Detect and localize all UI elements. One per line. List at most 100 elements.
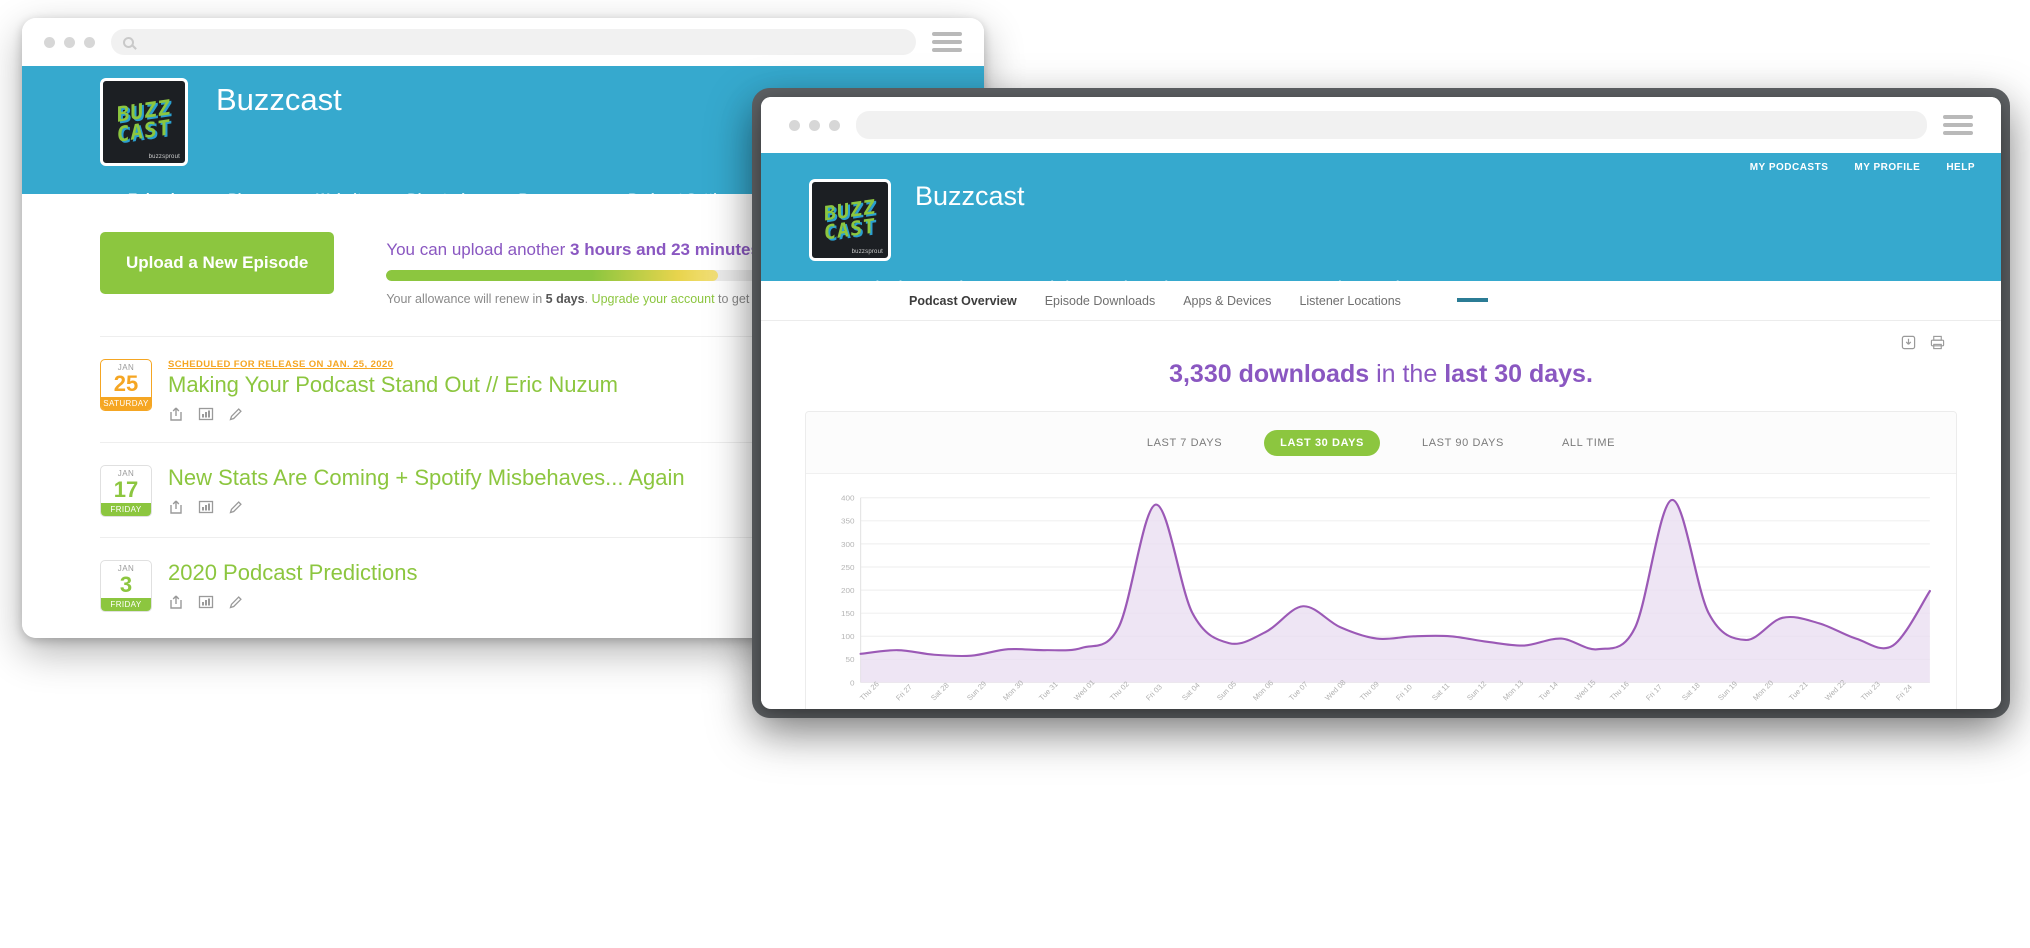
edit-pencil-icon[interactable] bbox=[228, 499, 244, 515]
tab-resources[interactable]: Resources bbox=[1217, 278, 1283, 293]
svg-text:100: 100 bbox=[841, 632, 855, 641]
downloads-headline: 3,330 downloads in the last 30 days. bbox=[805, 360, 1957, 389]
upload-new-episode-button[interactable]: Upload a New Episode bbox=[100, 232, 335, 294]
renew-mid: . bbox=[584, 292, 592, 306]
episode-actions bbox=[168, 499, 810, 515]
svg-text:50: 50 bbox=[846, 655, 856, 664]
podcast-cover-art: BUZZ CAST buzzsprout bbox=[100, 78, 188, 166]
episode-date-badge: JAN 17 FRIDAY bbox=[100, 465, 152, 518]
tab-directories[interactable]: Directories bbox=[1115, 278, 1183, 293]
close-dot[interactable] bbox=[789, 119, 800, 131]
share-icon[interactable] bbox=[168, 499, 184, 515]
nav-help[interactable]: HELP bbox=[1946, 162, 1975, 173]
episode-main: 2020 Podcast Predictions bbox=[168, 560, 810, 610]
date-day: 25 bbox=[113, 371, 139, 396]
renew-days: 5 days bbox=[545, 292, 585, 306]
headline-period: last 30 days. bbox=[1444, 360, 1593, 388]
stats-toolbar bbox=[805, 321, 1957, 350]
range-selector: LAST 7 DAYS LAST 30 DAYS LAST 90 DAYS AL… bbox=[806, 412, 1956, 474]
episode-main: New Stats Are Coming + Spotify Misbehave… bbox=[168, 465, 810, 515]
podcast-cover-art: BUZZ CAST buzzsprout bbox=[809, 179, 891, 261]
episode-actions bbox=[168, 594, 810, 610]
minimize-dot[interactable] bbox=[64, 36, 75, 48]
window-traffic-lights[interactable] bbox=[44, 36, 95, 48]
episode-title-link[interactable]: 2020 Podcast Predictions bbox=[168, 560, 810, 586]
chart-x-axis-labels: Thu 26 Fri 27 Sat 28 Sun 29 Mon 30 Tue 31 Wed … bbox=[858, 678, 1930, 709]
downloads-count: 3,330 downloads bbox=[1169, 360, 1370, 388]
front-app-header: MY PODCASTS MY PROFILE HELP BUZZ CAST bu… bbox=[761, 153, 2001, 302]
date-day: 17 bbox=[113, 477, 139, 502]
episode-date-badge: JAN 3 FRIDAY bbox=[100, 560, 152, 613]
minimize-dot[interactable] bbox=[809, 119, 820, 131]
range-last-7-days[interactable]: LAST 7 DAYS bbox=[1131, 430, 1238, 456]
edit-pencil-icon[interactable] bbox=[228, 406, 244, 422]
downloads-chart-card: LAST 7 DAYS LAST 30 DAYS LAST 90 DAYS AL… bbox=[805, 411, 1957, 709]
browser-menu-icon[interactable] bbox=[1943, 115, 1973, 135]
share-icon[interactable] bbox=[168, 406, 184, 422]
edit-pencil-icon[interactable] bbox=[228, 594, 244, 610]
address-bar[interactable] bbox=[111, 29, 916, 55]
maximize-dot[interactable] bbox=[84, 36, 95, 48]
downloads-chart: 0 50 100 150 200 250 300 350 400 Thu 26 Fri 27 Sat… bbox=[806, 474, 1956, 709]
tab-website[interactable]: Website bbox=[1031, 278, 1081, 293]
date-weekday: FRIDAY bbox=[101, 598, 151, 612]
window-traffic-lights[interactable] bbox=[789, 119, 840, 131]
tab-episodes[interactable]: Episodes bbox=[859, 278, 917, 293]
maximize-dot[interactable] bbox=[829, 119, 840, 131]
svg-text:300: 300 bbox=[841, 540, 855, 549]
range-last-90-days[interactable]: LAST 90 DAYS bbox=[1406, 430, 1520, 456]
search-icon bbox=[123, 36, 134, 48]
svg-text:350: 350 bbox=[841, 517, 855, 526]
stats-browser-window: MY PODCASTS MY PROFILE HELP BUZZ CAST bu… bbox=[761, 97, 2001, 709]
renew-prefix: Your allowance will renew in bbox=[386, 292, 546, 306]
nav-my-podcasts[interactable]: MY PODCASTS bbox=[1750, 162, 1829, 173]
subtab-podcast-overview[interactable]: Podcast Overview bbox=[909, 294, 1017, 308]
date-weekday: SATURDAY bbox=[101, 397, 151, 411]
stats-body: 3,330 downloads in the last 30 days. LAS… bbox=[761, 321, 2001, 709]
tab-stats[interactable]: Stats bbox=[1456, 278, 1488, 302]
episode-title-link[interactable]: Making Your Podcast Stand Out // Eric Nu… bbox=[168, 372, 810, 398]
cover-footer: buzzsprout bbox=[851, 249, 883, 255]
tab-podcast-settings[interactable]: Podcast Settings bbox=[1317, 278, 1422, 293]
episode-title-link[interactable]: New Stats Are Coming + Spotify Misbehave… bbox=[168, 465, 810, 491]
episode-main: SCHEDULED FOR RELEASE ON JAN. 25, 2020 M… bbox=[168, 359, 810, 422]
upgrade-account-link[interactable]: Upgrade your account bbox=[592, 292, 715, 306]
download-icon[interactable] bbox=[1901, 335, 1916, 350]
stats-bar-chart-icon[interactable] bbox=[198, 499, 214, 515]
screenshot-stage: BUZZ CAST buzzsprout Buzzcast Episodes P… bbox=[0, 0, 2030, 948]
print-icon[interactable] bbox=[1930, 335, 1945, 350]
tab-players[interactable]: Players bbox=[951, 278, 997, 293]
page-title: Buzzcast bbox=[915, 181, 1025, 211]
front-brand-row: BUZZ CAST buzzsprout Buzzcast bbox=[761, 173, 2001, 261]
date-weekday: FRIDAY bbox=[101, 503, 151, 517]
account-nav: MY PODCASTS MY PROFILE HELP bbox=[761, 153, 2001, 173]
stats-bar-chart-icon[interactable] bbox=[198, 406, 214, 422]
nav-my-profile[interactable]: MY PROFILE bbox=[1854, 162, 1920, 173]
cover-footer: buzzsprout bbox=[148, 154, 180, 160]
cover-line-2: CAST bbox=[116, 115, 172, 147]
front-primary-tabs: Episodes Players Website Directories Res… bbox=[859, 278, 2001, 302]
range-last-30-days[interactable]: LAST 30 DAYS bbox=[1264, 430, 1380, 456]
svg-text:200: 200 bbox=[841, 586, 855, 595]
stats-window-frame: MY PODCASTS MY PROFILE HELP BUZZ CAST bu… bbox=[752, 88, 2010, 718]
browser-menu-icon[interactable] bbox=[932, 32, 962, 52]
episode-date-badge: JAN 25 SATURDAY bbox=[100, 359, 152, 412]
front-window-chrome bbox=[761, 97, 2001, 153]
stats-bar-chart-icon[interactable] bbox=[198, 594, 214, 610]
share-icon[interactable] bbox=[168, 594, 184, 610]
subtab-episode-downloads[interactable]: Episode Downloads bbox=[1045, 294, 1156, 308]
address-bar[interactable] bbox=[856, 111, 1927, 139]
subtab-listener-locations[interactable]: Listener Locations bbox=[1299, 294, 1400, 308]
headline-middle: in the bbox=[1369, 360, 1445, 388]
svg-text:400: 400 bbox=[841, 494, 855, 503]
subtab-apps-devices[interactable]: Apps & Devices bbox=[1183, 294, 1271, 308]
allowance-prefix: You can upload another bbox=[386, 240, 571, 259]
page-title: Buzzcast bbox=[216, 82, 342, 117]
allowance-amount: 3 hours and 23 minutes bbox=[570, 240, 760, 259]
episode-actions bbox=[168, 406, 810, 422]
range-all-time[interactable]: ALL TIME bbox=[1546, 430, 1631, 456]
close-dot[interactable] bbox=[44, 36, 55, 48]
downloads-area-chart: 0 50 100 150 200 250 300 350 400 bbox=[841, 494, 1931, 687]
episode-scheduled-label[interactable]: SCHEDULED FOR RELEASE ON JAN. 25, 2020 bbox=[168, 359, 810, 370]
back-window-chrome bbox=[22, 18, 984, 66]
